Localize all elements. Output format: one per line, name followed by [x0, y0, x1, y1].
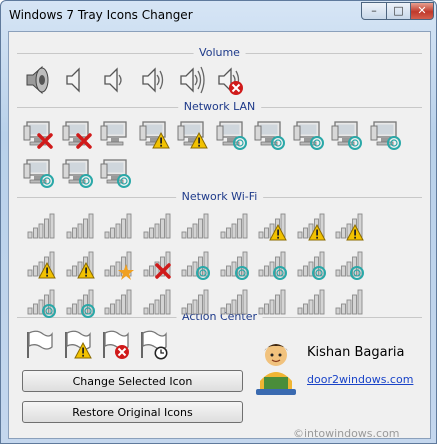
flag-icon[interactable] — [23, 328, 55, 360]
maximize-button[interactable]: □ — [386, 2, 411, 20]
wifi-searching-icon[interactable] — [256, 248, 288, 280]
wifi-warning-icon[interactable] — [64, 248, 96, 280]
wifi-warning-icon[interactable] — [25, 248, 57, 280]
wifi-warning-icon[interactable] — [295, 210, 327, 242]
lan-activity-icon[interactable] — [331, 118, 363, 150]
restore-icons-button[interactable]: Restore Original Icons — [22, 401, 243, 423]
flag-clock-icon[interactable] — [137, 328, 169, 360]
wifi-warning-icon[interactable] — [256, 210, 288, 242]
section-lan-label: Network LAN — [177, 100, 262, 113]
wifi-icon[interactable] — [64, 210, 96, 242]
section-wifi: Network Wi-Fi — [17, 190, 422, 204]
title-bar[interactable]: Windows 7 Tray Icons Changer – □ ✕ — [1, 1, 436, 31]
lan-warning-icon[interactable] — [177, 118, 209, 150]
wifi-warning-icon[interactable] — [333, 210, 365, 242]
wifi-icon[interactable] — [179, 210, 211, 242]
author-name: Kishan Bagaria — [307, 345, 405, 360]
wifi-icon[interactable] — [141, 286, 173, 318]
flag-warning-icon[interactable] — [61, 328, 93, 360]
flag-error-icon[interactable] — [99, 328, 131, 360]
lan-error-icon[interactable] — [62, 118, 94, 150]
speaker-high-icon[interactable] — [175, 64, 207, 96]
author-avatar — [252, 339, 302, 397]
wifi-icon[interactable] — [256, 286, 288, 318]
section-lan: Network LAN — [17, 100, 422, 114]
wifi-searching-icon[interactable] — [179, 248, 211, 280]
speaker-low-icon[interactable] — [99, 64, 131, 96]
wifi-searching-icon[interactable] — [64, 286, 96, 318]
app-window: Windows 7 Tray Icons Changer – □ ✕ Volum… — [0, 0, 437, 444]
wifi-icon[interactable] — [218, 210, 250, 242]
wifi-icon[interactable] — [102, 286, 134, 318]
lan-activity-icon[interactable] — [100, 156, 132, 188]
speaker-mute-icon[interactable] — [61, 64, 93, 96]
speaker-3d-icon[interactable] — [23, 64, 55, 96]
wifi-icon[interactable] — [218, 286, 250, 318]
wifi-searching-icon[interactable] — [25, 286, 57, 318]
wifi-icon[interactable] — [25, 210, 57, 242]
close-button[interactable]: ✕ — [410, 2, 434, 20]
lan-activity-icon[interactable] — [370, 118, 402, 150]
wifi-icon[interactable] — [102, 210, 134, 242]
wifi-icon[interactable] — [141, 210, 173, 242]
minimize-button[interactable]: – — [361, 2, 387, 20]
section-wifi-label: Network Wi-Fi — [175, 190, 264, 203]
watermark: ©intowindows.com — [293, 427, 400, 440]
lan-activity-icon[interactable] — [23, 156, 55, 188]
change-icon-button[interactable]: Change Selected Icon — [22, 370, 243, 392]
wifi-star-icon[interactable] — [102, 248, 134, 280]
lan-error-icon[interactable] — [23, 118, 55, 150]
wifi-searching-icon[interactable] — [295, 248, 327, 280]
wifi-icon[interactable] — [333, 286, 365, 318]
lan-activity-icon[interactable] — [293, 118, 325, 150]
window-title: Windows 7 Tray Icons Changer — [9, 8, 193, 22]
wifi-searching-icon[interactable] — [218, 248, 250, 280]
lan-icon[interactable] — [100, 118, 132, 150]
lan-warning-icon[interactable] — [139, 118, 171, 150]
lan-activity-icon[interactable] — [62, 156, 94, 188]
section-volume-label: Volume — [193, 46, 246, 59]
wifi-icon[interactable] — [179, 286, 211, 318]
section-volume: Volume — [17, 46, 422, 60]
wifi-error-icon[interactable] — [141, 248, 173, 280]
lan-activity-icon[interactable] — [254, 118, 286, 150]
lan-activity-icon[interactable] — [216, 118, 248, 150]
wifi-icon[interactable] — [295, 286, 327, 318]
speaker-error-icon[interactable] — [213, 64, 245, 96]
wifi-searching-icon[interactable] — [333, 248, 365, 280]
author-site-link[interactable]: door2windows.com — [307, 373, 413, 386]
speaker-medium-icon[interactable] — [137, 64, 169, 96]
